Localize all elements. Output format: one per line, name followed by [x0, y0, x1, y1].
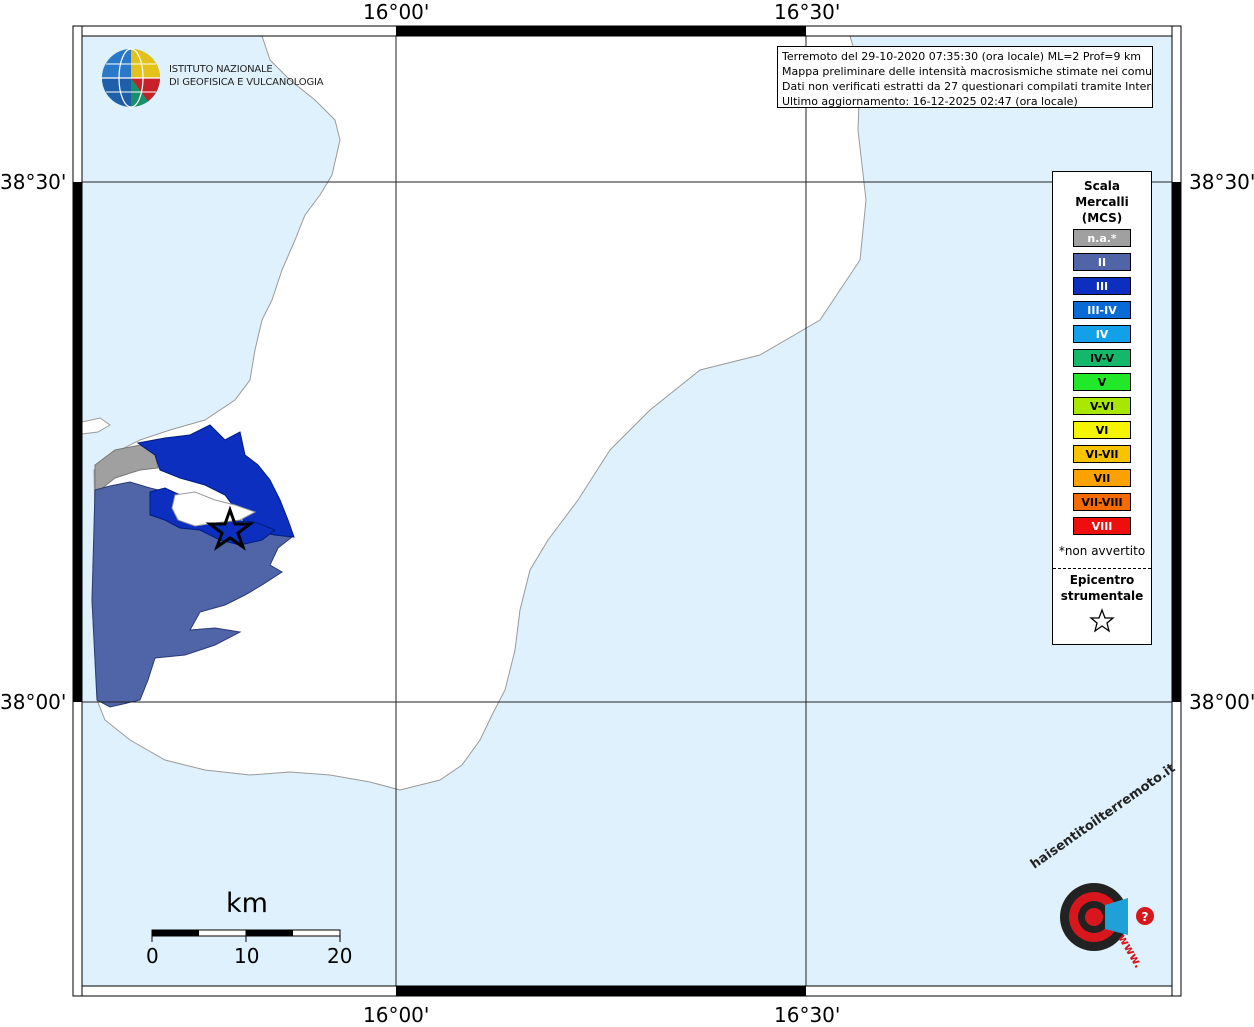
legend-swatch: VI-VII: [1073, 445, 1131, 463]
legend-star-icon: [1089, 608, 1115, 633]
last-update: Ultimo aggiornamento: 16-12-2025 02:47 (…: [782, 95, 1078, 108]
haisentito-brand: www. haisentitoilterremoto.it: [1028, 761, 1188, 982]
legend-epi-1: Epicentro: [1069, 573, 1135, 587]
legend-epi-2: strumentale: [1060, 589, 1144, 603]
legend-swatch: III-IV: [1073, 301, 1131, 319]
legend-swatch: II: [1073, 253, 1131, 271]
legend-swatch: VII: [1073, 469, 1131, 487]
data-source: Dati non verificati estratti da 27 quest…: [782, 80, 1153, 93]
legend-swatch: VI: [1073, 421, 1131, 439]
ingv-logo-text: ISTITUTO NAZIONALE DI GEOFISICA E VULCAN…: [169, 63, 324, 89]
legend-title-3: (MCS): [1081, 211, 1123, 225]
lat-right-38-00: 38°00': [1189, 690, 1254, 714]
haisentito-prefix: www.: [1115, 931, 1146, 971]
lon-top-16-30: 16°30': [774, 0, 841, 24]
legend-swatch: III: [1073, 277, 1131, 295]
legend-swatch: IV: [1073, 325, 1131, 343]
lon-bottom-16-00: 16°00': [363, 1003, 430, 1027]
scale-unit: km: [226, 888, 268, 919]
legend-swatch: IV-V: [1073, 349, 1131, 367]
legend-swatch: VII-VIII: [1073, 493, 1131, 511]
legend-title-2: Mercalli: [1075, 195, 1129, 209]
legend-swatch: V-VI: [1073, 397, 1131, 415]
legend-divider: [1053, 568, 1151, 569]
legend-note: *non avvertito: [1058, 544, 1146, 558]
scale-label-10: 10: [234, 944, 260, 968]
lon-top-16-00: 16°00': [363, 0, 430, 24]
event-info-box: Terremoto del 29-10-2020 07:35:30 (ora l…: [777, 46, 1153, 108]
lat-left-38-00: 38°00': [0, 690, 67, 714]
legend-swatch: V: [1073, 373, 1131, 391]
ingv-line1: ISTITUTO NAZIONALE: [169, 64, 273, 75]
ingv-line2: DI GEOFISICA E VULCANOLOGIA: [169, 77, 324, 88]
mcs-legend: Scala Mercalli (MCS) n.a.* II III III-IV IV I…: [1052, 171, 1152, 645]
scale-label-20: 20: [327, 944, 353, 968]
legend-swatch: VIII: [1073, 517, 1131, 535]
legend-title-1: Scala: [1083, 179, 1121, 193]
legend-epicenter-label: Epicentro strumentale: [1053, 572, 1151, 604]
map-description: Mappa preliminare delle intensità macros…: [782, 65, 1153, 78]
lat-left-38-30: 38°30': [0, 170, 67, 194]
lat-right-38-30: 38°30': [1189, 170, 1254, 194]
legend-swatch: n.a.*: [1073, 229, 1131, 247]
legend-title: Scala Mercalli (MCS): [1053, 178, 1151, 226]
scale-label-0: 0: [146, 944, 159, 968]
ingv-logo-icon: [102, 48, 160, 108]
event-title: Terremoto del 29-10-2020 07:35:30 (ora l…: [782, 50, 1142, 63]
lon-bottom-16-30: 16°30': [774, 1003, 841, 1027]
